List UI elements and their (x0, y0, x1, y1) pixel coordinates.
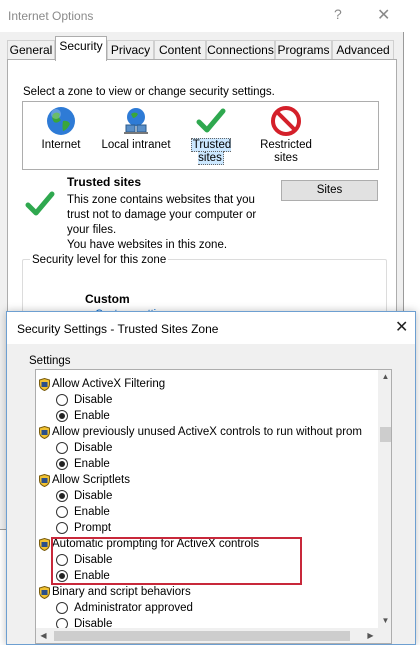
radio-button[interactable] (56, 458, 68, 470)
radio-button[interactable] (56, 506, 68, 518)
zone-restricted-sites-label: Restricted sites (260, 139, 312, 164)
setting-option-label: Disable (74, 394, 113, 406)
zone-internet[interactable]: Internet (31, 102, 91, 152)
scroll-up-icon[interactable]: ▲ (378, 370, 391, 384)
scroll-right-icon[interactable]: ▶ (363, 628, 378, 643)
tab-advanced[interactable]: Advanced (332, 40, 394, 60)
tab-security[interactable]: Security (55, 36, 107, 61)
settings-item-icon (39, 538, 50, 551)
setting-option-label: Enable (74, 506, 110, 518)
tab-general[interactable]: General (7, 40, 55, 60)
horizontal-scroll-thumb[interactable] (54, 631, 350, 641)
vertical-scrollbar[interactable]: ▲ ▼ (378, 370, 391, 628)
window-title: Internet Options (8, 9, 94, 23)
settings-tree[interactable]: Allow ActiveX Filtering Disable Enable A… (35, 369, 392, 644)
zone-prompt: Select a zone to view or change security… (23, 86, 275, 98)
tab-privacy[interactable]: Privacy (107, 40, 154, 60)
scroll-thumb[interactable] (380, 427, 391, 442)
checkmark-icon (196, 108, 226, 133)
radio-button[interactable] (56, 522, 68, 534)
tab-strip: General Security Privacy Content Connect… (0, 36, 404, 61)
settings-item-icon (39, 474, 50, 487)
scroll-left-icon[interactable]: ◀ (36, 628, 51, 643)
radio-button[interactable] (56, 442, 68, 454)
scrollbar-corner (378, 628, 391, 643)
setting-option-label: Prompt (74, 522, 112, 534)
settings-item-icon (39, 586, 50, 599)
security-level-name: Custom (85, 292, 130, 306)
zone-list: Internet Local intranet Trusted sites Re… (22, 101, 379, 170)
zone-internet-label: Internet (41, 139, 81, 151)
setting-category-label: Allow ActiveX Filtering (52, 378, 166, 390)
setting-category-label: Binary and script behaviors (52, 586, 191, 598)
selected-zone-heading: Trusted sites (67, 175, 142, 189)
tab-connections[interactable]: Connections (206, 40, 275, 60)
setting-option-label: Enable (74, 410, 110, 422)
zone-trusted-sites[interactable]: Trusted sites (178, 102, 244, 165)
setting-option-label: Enable (74, 458, 110, 470)
selected-zone-description: This zone contains websites that you tru… (67, 193, 267, 253)
description-line: This zone contains websites that you (67, 194, 255, 206)
radio-button[interactable] (56, 602, 68, 614)
description-line: trust not to damage your computer or (67, 209, 257, 221)
scroll-down-icon[interactable]: ▼ (378, 614, 391, 628)
zone-local-intranet[interactable]: Local intranet (98, 102, 174, 152)
title-bar: Internet Options ? ✕ (0, 0, 404, 32)
setting-option-label: Disable (74, 442, 113, 454)
trusted-sites-checkmark-icon (25, 191, 55, 216)
zone-restricted-sites[interactable]: Restricted sites (251, 102, 321, 165)
radio-button[interactable] (56, 410, 68, 422)
tab-content[interactable]: Content (154, 40, 206, 60)
dialog-title: Security Settings - Trusted Sites Zone (17, 322, 219, 336)
setting-category-label: Allow Scriptlets (52, 474, 130, 486)
restricted-icon (271, 106, 301, 136)
globe-icon (47, 107, 75, 135)
setting-option-label: Administrator approved (74, 602, 193, 614)
horizontal-scrollbar[interactable]: ◀ ▶ (36, 628, 378, 643)
settings-item-icon (39, 378, 50, 391)
dialog-title-bar: Security Settings - Trusted Sites Zone ✕ (7, 312, 415, 344)
settings-item-icon (39, 426, 50, 439)
tab-programs[interactable]: Programs (275, 40, 332, 60)
dialog-close-button[interactable]: ✕ (395, 317, 408, 337)
radio-button[interactable] (56, 490, 68, 502)
annotation-highlight-box (51, 537, 302, 585)
security-settings-dialog: Security Settings - Trusted Sites Zone ✕… (6, 311, 416, 645)
setting-option-label: Disable (74, 490, 113, 502)
intranet-icon (124, 108, 148, 134)
zone-trusted-sites-label: Trusted sites (190, 138, 232, 165)
security-level-legend: Security level for this zone (30, 254, 169, 266)
radio-button[interactable] (56, 394, 68, 406)
description-line: your files. (67, 224, 117, 236)
sites-button[interactable]: Sites (281, 180, 378, 201)
close-button[interactable]: ✕ (377, 5, 390, 25)
help-button[interactable]: ? (334, 6, 342, 22)
settings-label: Settings (29, 355, 71, 367)
description-line: You have websites in this zone. (67, 239, 228, 251)
setting-category-label: Allow previously unused ActiveX controls… (52, 426, 363, 438)
zone-local-intranet-label: Local intranet (101, 139, 171, 151)
